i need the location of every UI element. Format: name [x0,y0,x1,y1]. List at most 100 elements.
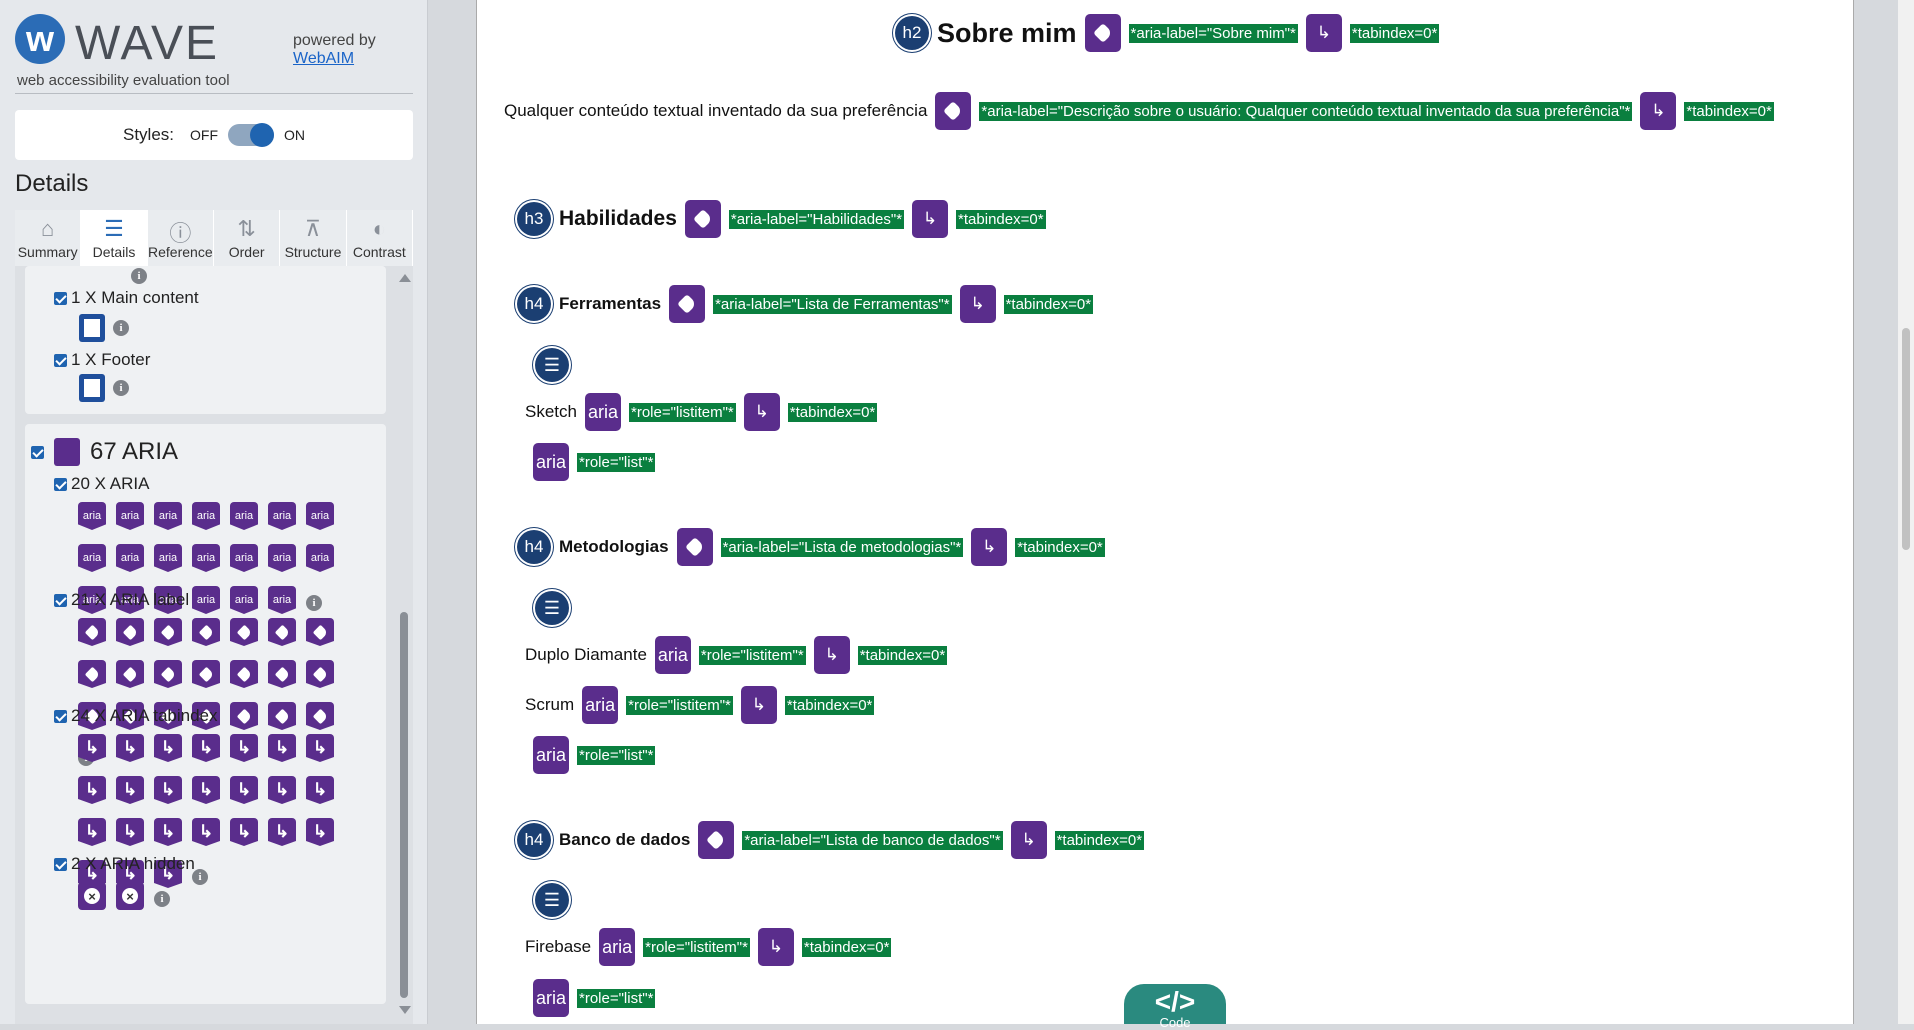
aria-group-checkbox[interactable] [54,477,67,491]
tabindex-icon[interactable]: ↳ [740,686,777,724]
aria-icon[interactable]: aria [306,502,334,530]
info-icon[interactable]: i [306,595,322,611]
list-icon[interactable] [535,883,569,917]
tabindex-icon[interactable]: ↳ [1010,821,1047,859]
tabindex-icon[interactable]: ↳ [757,928,794,966]
aria-hidden-icon[interactable] [116,882,144,910]
aria-tabindex-icon[interactable]: ↳ [192,818,220,846]
tab-structure[interactable]: ⊼ Structure [280,210,347,266]
info-icon[interactable]: i [113,320,129,336]
aria-label-icon[interactable] [1084,14,1121,52]
tabindex-icon[interactable]: ↳ [813,636,850,674]
aria-icon[interactable]: aria [584,393,621,431]
scroll-down-arrow[interactable] [399,1006,411,1014]
code-button[interactable]: </> Code [1124,984,1226,1029]
aria-icon[interactable]: aria [154,544,182,572]
aria-label-icon[interactable] [116,618,144,646]
aria-label-icon[interactable] [116,660,144,688]
aria-label-icon[interactable] [268,702,296,730]
page-scrollbar[interactable] [1898,0,1914,1024]
main-landmark-icon[interactable] [79,314,105,342]
aria-label-icon[interactable] [306,660,334,688]
aria-label-icon[interactable] [676,528,713,566]
aria-tabindex-icon[interactable]: ↳ [192,776,220,804]
aria-label-icon[interactable] [230,702,258,730]
aria-tabindex-icon[interactable]: ↳ [78,734,106,762]
aria-tabindex-icon[interactable]: ↳ [268,734,296,762]
footer-landmark-icon[interactable] [79,374,105,402]
aria-total-checkbox[interactable] [31,445,44,459]
aria-label-icon[interactable] [684,200,721,238]
h4-icon[interactable]: h4 [517,530,551,564]
aria-icon[interactable]: aria [654,636,691,674]
aria-tabindex-icon[interactable]: ↳ [230,776,258,804]
aria-tabindex-icon[interactable]: ↳ [306,734,334,762]
tabindex-icon[interactable]: ↳ [959,285,996,323]
aria-icon[interactable]: aria [154,502,182,530]
aria-icon[interactable]: aria [116,544,144,572]
aria-icon[interactable]: aria [192,586,220,614]
aria-label-icon[interactable] [698,821,735,859]
aria-hidden-group-checkbox[interactable] [54,857,67,871]
aria-tabindex-icon[interactable]: ↳ [154,776,182,804]
aria-tabindex-group-checkbox[interactable] [54,709,67,723]
h4-icon[interactable]: h4 [517,287,551,321]
aria-tabindex-icon[interactable]: ↳ [192,734,220,762]
aria-icon[interactable]: aria [533,979,569,1017]
aria-icon[interactable]: aria [533,736,569,774]
aria-tabindex-icon[interactable]: ↳ [116,734,144,762]
aria-tabindex-icon[interactable]: ↳ [154,734,182,762]
aria-label-icon[interactable] [192,618,220,646]
tabindex-icon[interactable]: ↳ [971,528,1008,566]
aria-label-icon[interactable] [230,618,258,646]
landmark-footer-checkbox[interactable] [54,353,67,367]
aria-icon[interactable]: aria [78,544,106,572]
aria-tabindex-icon[interactable]: ↳ [78,818,106,846]
aria-label-icon[interactable] [268,618,296,646]
aria-tabindex-icon[interactable]: ↳ [78,776,106,804]
aria-tabindex-icon[interactable]: ↳ [306,776,334,804]
aria-icon[interactable]: aria [230,586,258,614]
aria-tabindex-icon[interactable]: ↳ [116,776,144,804]
aria-label-icon[interactable] [154,618,182,646]
tab-contrast[interactable]: ◐ Contrast [346,210,413,266]
tab-summary[interactable]: ⌂ Summary [15,210,82,266]
aria-label-icon[interactable] [306,618,334,646]
aria-tabindex-icon[interactable]: ↳ [306,818,334,846]
aria-icon[interactable]: aria [192,544,220,572]
info-icon[interactable]: i [113,380,129,396]
aria-icon[interactable]: aria [599,928,636,966]
aria-tabindex-icon[interactable]: ↳ [116,818,144,846]
aria-hidden-icon[interactable] [78,882,106,910]
list-icon[interactable] [535,348,569,382]
h2-icon[interactable]: h2 [895,16,929,50]
aria-icon[interactable]: aria [230,544,258,572]
page-scroll-thumb[interactable] [1902,328,1910,550]
tabindex-icon[interactable]: ↳ [1640,92,1677,130]
h3-icon[interactable]: h3 [517,202,551,236]
h4-icon[interactable]: h4 [517,823,551,857]
aria-label-icon[interactable] [154,660,182,688]
tab-order[interactable]: ⇅ Order [213,210,281,266]
aria-icon[interactable]: aria [306,544,334,572]
aria-icon[interactable]: aria [230,502,258,530]
list-icon[interactable] [535,591,569,625]
panel-scrollbar[interactable] [399,274,411,1014]
tab-reference[interactable]: ⓘ Reference [147,210,214,266]
aria-label-icon[interactable] [935,92,972,130]
aria-tabindex-icon[interactable]: ↳ [268,818,296,846]
aria-tabindex-icon[interactable]: ↳ [154,818,182,846]
aria-icon[interactable]: aria [116,502,144,530]
aria-label-group-checkbox[interactable] [54,593,67,607]
aria-icon[interactable]: aria [78,502,106,530]
aria-icon[interactable]: aria [268,502,296,530]
scroll-up-arrow[interactable] [399,274,411,282]
info-icon[interactable]: i [131,268,147,284]
aria-icon[interactable]: aria [268,586,296,614]
tabindex-icon[interactable]: ↳ [912,200,949,238]
aria-icon[interactable]: aria [192,502,220,530]
aria-label-icon[interactable] [268,660,296,688]
tabindex-icon[interactable]: ↳ [1305,14,1342,52]
aria-tabindex-icon[interactable]: ↳ [268,776,296,804]
aria-label-icon[interactable] [192,660,220,688]
